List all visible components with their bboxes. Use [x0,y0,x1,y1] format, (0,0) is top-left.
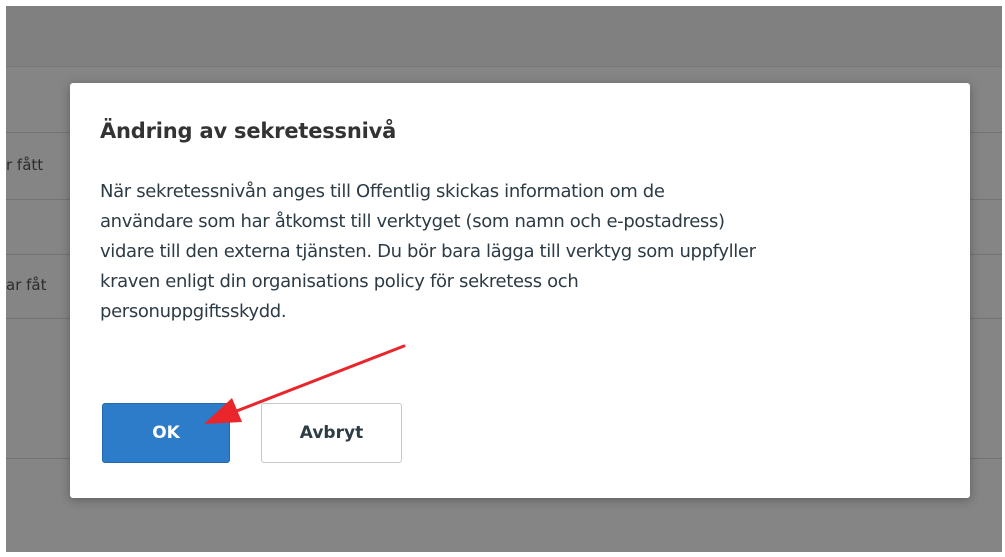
privacy-level-dialog: Ändring av sekretessnivå När sekretessni… [70,83,970,498]
ok-button[interactable]: OK [102,403,230,463]
dialog-message-line: användare som har åtkomst till verktyget… [100,211,725,232]
screenshot-frame: r fått ar fåt Ändring av sekretessnivå N… [6,6,1002,552]
dialog-title: Ändring av sekretessnivå [100,119,397,143]
dialog-message-line: När sekretessnivån anges till Offentlig … [100,181,665,202]
dialog-message-line: vidare till den externa tjänsten. Du bör… [100,241,756,262]
dialog-message-line: kraven enligt din organisations policy f… [100,271,579,292]
dialog-message: När sekretessnivån anges till Offentlig … [100,177,950,327]
cancel-button[interactable]: Avbryt [261,403,402,463]
dialog-message-line: personuppgiftsskydd. [100,301,287,322]
